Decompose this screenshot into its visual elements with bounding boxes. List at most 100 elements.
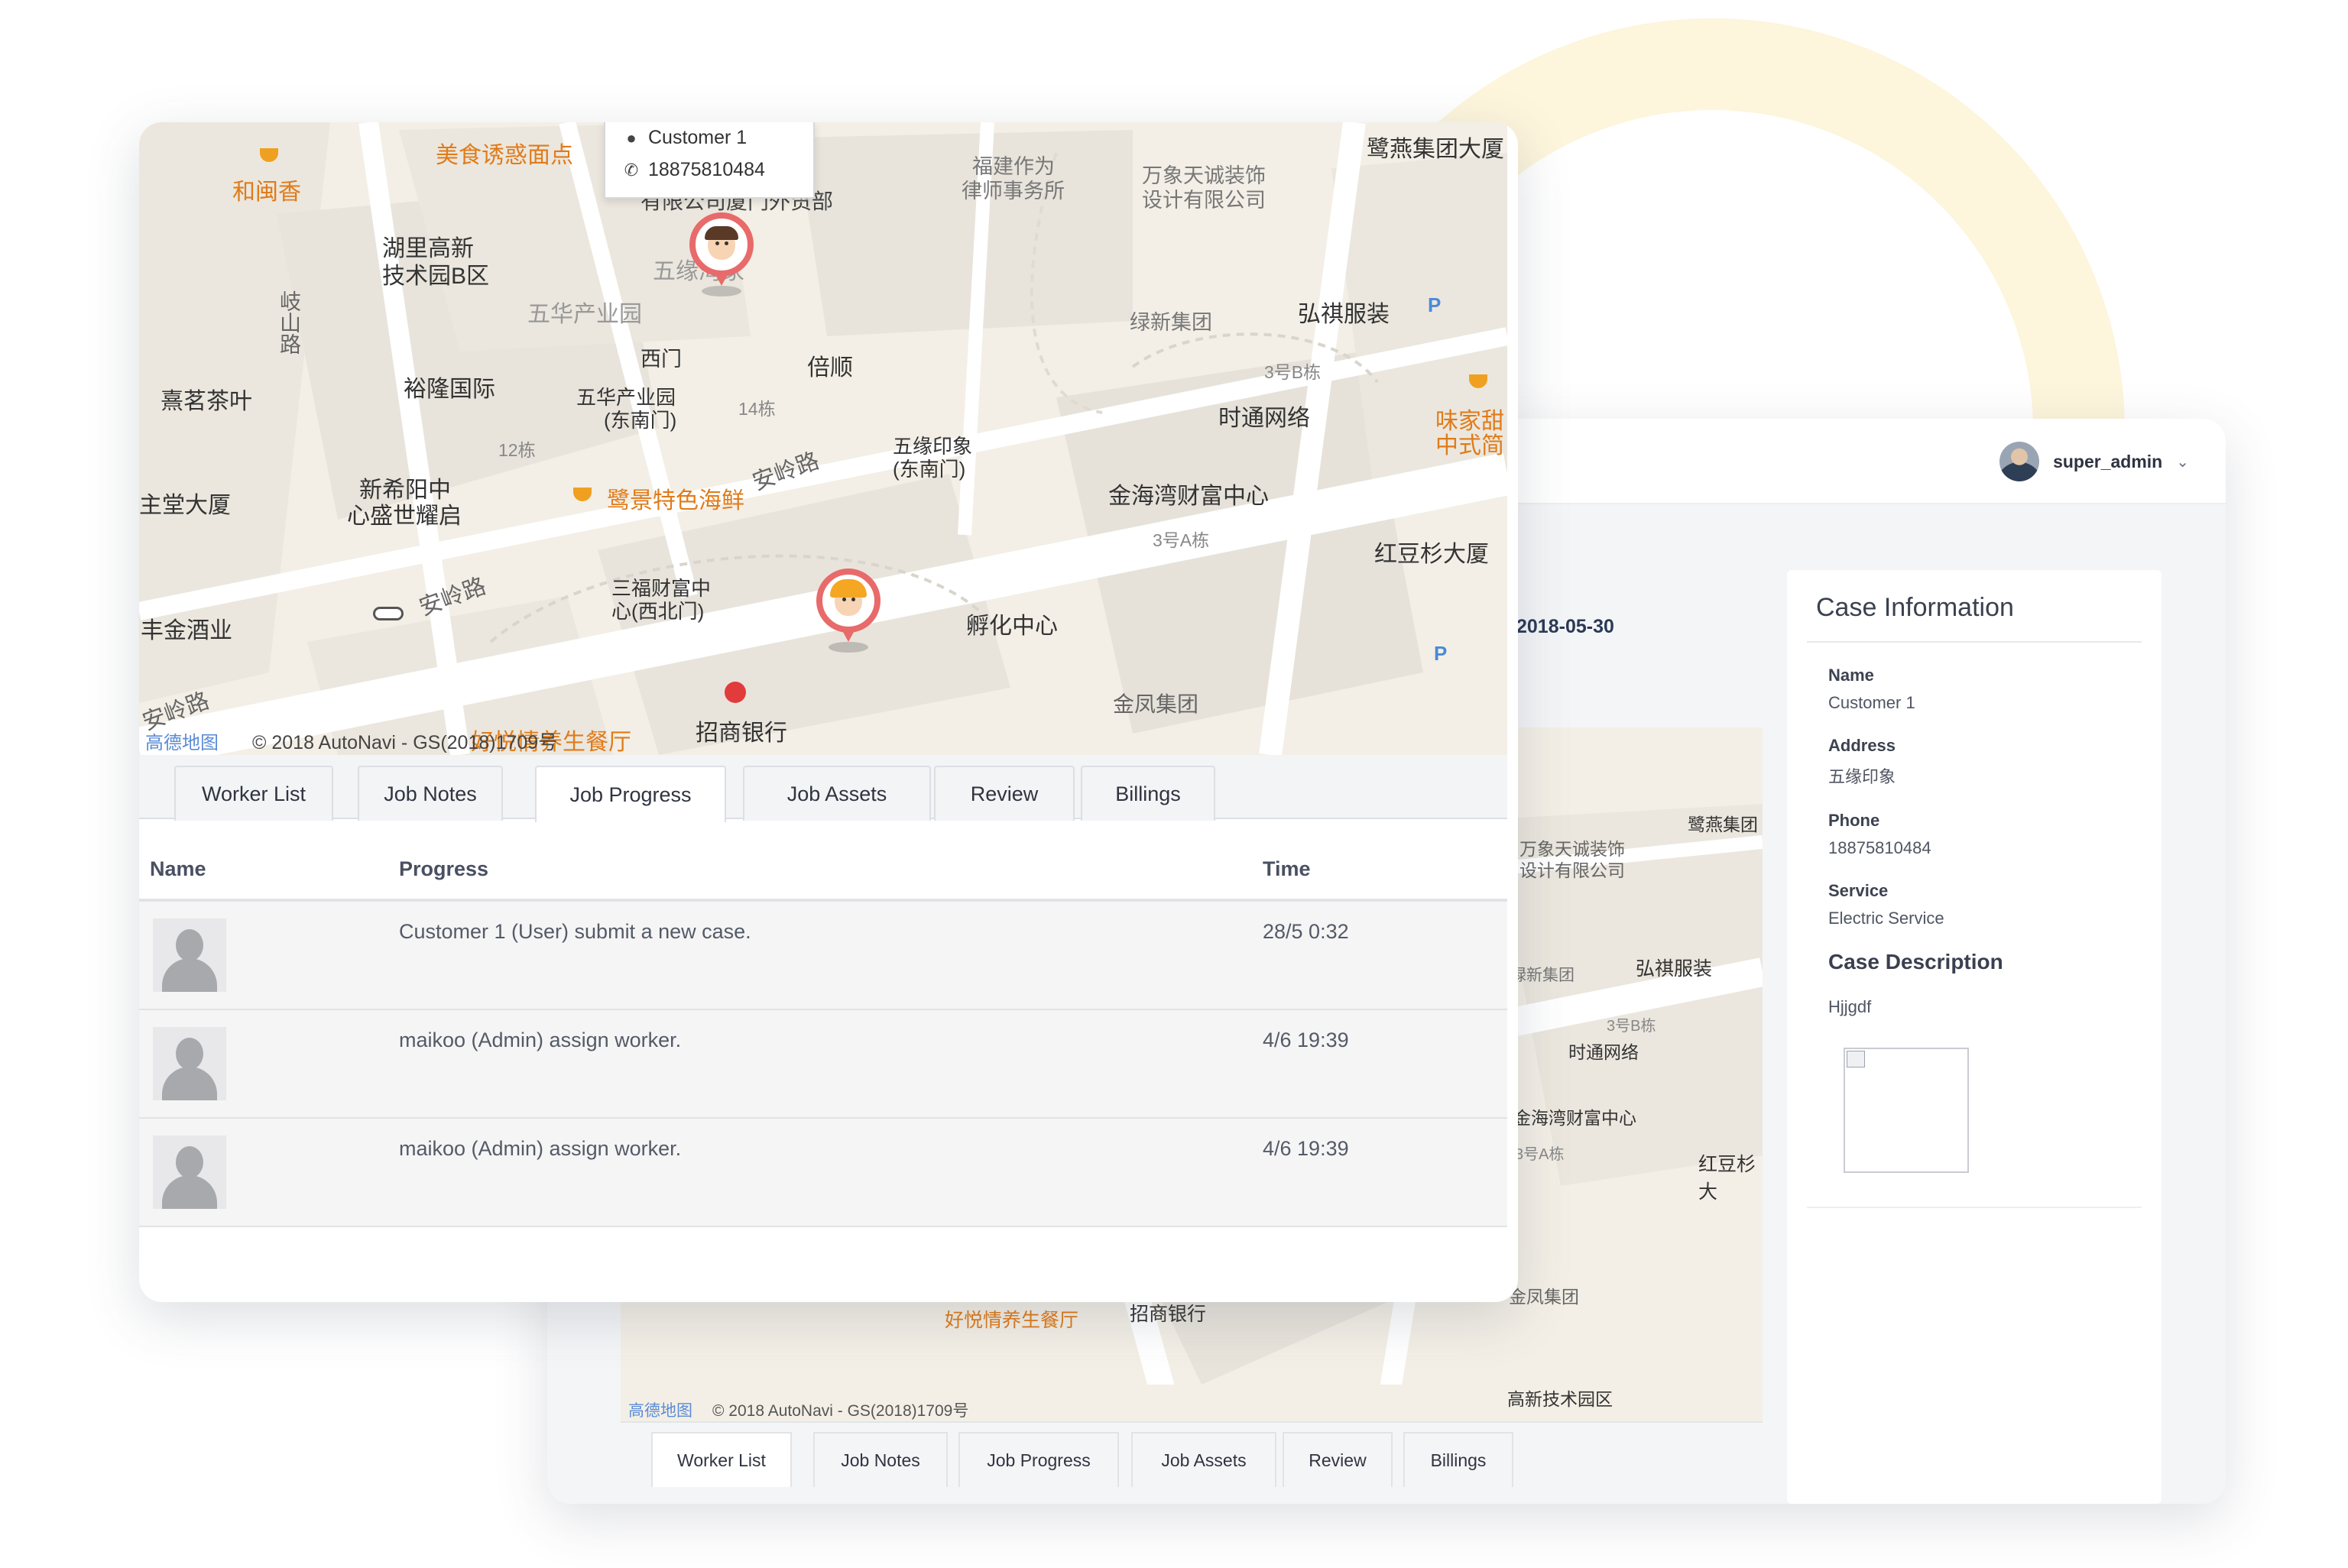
popup-phone-row: ✆ 18875810484 [624, 159, 765, 181]
field-name: Name Customer 1 [1807, 666, 2142, 713]
map-label: 金凤集团 [1509, 1287, 1579, 1307]
bank-icon [725, 682, 746, 703]
pin-shadow [702, 286, 741, 296]
pin-ring [689, 212, 754, 277]
map-label: 3号B栋 [1264, 362, 1322, 382]
tab-job-notes[interactable]: Job Notes [813, 1432, 948, 1487]
map-label: 红豆杉大厦 [1374, 542, 1489, 567]
map-label: 西门 [641, 348, 682, 371]
case-information-panel: Case Information Name Customer 1 Address… [1787, 570, 2162, 1504]
map-label: 红豆杉大 [1698, 1154, 1756, 1203]
map-label: 裕隆国际 [404, 377, 495, 402]
field-value: Customer 1 [1828, 693, 1915, 712]
panel-title: Case Information [1807, 593, 2142, 643]
field-value: Electric Service [1828, 909, 1944, 928]
map-label: 鹭燕集团 [1688, 815, 1758, 834]
map-label: 五华产业园 [527, 302, 642, 327]
map-label: 绿新集团 [1130, 311, 1212, 334]
progress-text: maikoo (Admin) assign worker. [399, 1137, 682, 1160]
avatar [1999, 442, 2040, 481]
broken-image-icon[interactable] [1844, 1048, 1969, 1173]
front-window: 和闽香 美食诱惑面点 有限公司厦门外贸部 福建作为 律师事务所 万象天诚装饰 设… [139, 122, 1518, 1302]
avatar-placeholder-icon [153, 1136, 226, 1209]
tab-job-progress[interactable]: Job Progress [958, 1432, 1119, 1487]
front-map[interactable]: 和闽香 美食诱惑面点 有限公司厦门外贸部 福建作为 律师事务所 万象天诚装饰 设… [139, 122, 1507, 755]
map-label: 鹭景特色海鲜 [607, 488, 744, 513]
map-label: 弘祺服装 [1636, 958, 1713, 980]
map-label: 孵化中心 [966, 614, 1058, 639]
column-header-name[interactable]: Name [150, 857, 206, 881]
map-copyright: © 2018 AutoNavi - GS(2018)1709号 [712, 1402, 969, 1420]
map-logo: 高德地图 [628, 1402, 692, 1420]
back-tab-bar: Worker List Job Notes Job Progress Job A… [621, 1421, 1763, 1487]
tab-review[interactable]: Review [934, 766, 1075, 821]
tab-job-assets[interactable]: Job Assets [1131, 1432, 1276, 1487]
case-description-title: Case Description [1828, 950, 2003, 974]
field-address: Address 五缘印象 [1807, 736, 2142, 788]
pin-ring [816, 569, 880, 633]
field-label: Name [1828, 666, 1874, 685]
map-label: 倍顺 [807, 355, 853, 381]
table-row[interactable]: maikoo (Admin) assign worker. 4/6 19:39 [139, 1010, 1507, 1119]
map-copyright: © 2018 AutoNavi - GS(2018)1709号 [252, 732, 558, 753]
map-label: 金海湾财富中心 [1108, 484, 1269, 509]
tab-job-assets[interactable]: Job Assets [743, 766, 931, 821]
pin-shadow [829, 642, 868, 653]
tab-billings[interactable]: Billings [1403, 1432, 1513, 1487]
eye [851, 598, 855, 601]
map-label: 技术园B区 [382, 264, 490, 289]
tab-job-progress[interactable]: Job Progress [535, 766, 726, 822]
map-label: 金海湾财富中心 [1513, 1108, 1636, 1128]
eye [725, 241, 728, 245]
map-label: 招商银行 [696, 721, 787, 746]
worker-location-pin[interactable] [816, 569, 880, 653]
user-menu[interactable]: super_admin ⌄ [1999, 442, 2189, 481]
map-label: 14栋 [738, 399, 776, 419]
map-label: 主堂大厦 [139, 493, 231, 518]
customer-location-pin[interactable] [689, 212, 754, 296]
tab-billings[interactable]: Billings [1081, 766, 1215, 821]
customer-popup[interactable]: ● Customer 1 ✆ 18875810484 [604, 122, 815, 199]
map-label: 设计有限公司 [1519, 860, 1625, 880]
field-label: Service [1828, 881, 1889, 900]
tab-job-notes[interactable]: Job Notes [358, 766, 503, 821]
map-label: 时通网络 [1568, 1042, 1639, 1062]
tab-review[interactable]: Review [1283, 1432, 1393, 1487]
case-description-text: Hjjgdf [1828, 997, 1872, 1016]
map-label: (东南门) [604, 409, 677, 432]
map-label: 弘祺服装 [1298, 302, 1390, 327]
tab-worker-list[interactable]: Worker List [174, 766, 333, 821]
progress-time: 4/6 19:39 [1263, 1137, 1349, 1160]
map-label: 心盛世耀启 [347, 504, 462, 529]
tab-worker-list[interactable]: Worker List [651, 1432, 792, 1487]
map-label: 时通网络 [1218, 406, 1310, 431]
progress-text: maikoo (Admin) assign worker. [399, 1029, 682, 1051]
front-tab-bar: Worker List Job Notes Job Progress Job A… [139, 755, 1507, 822]
phone-icon: ✆ [624, 160, 639, 180]
map-label: (东南门) [893, 458, 966, 481]
map-label: 熹茗茶叶 [161, 389, 252, 414]
column-header-time[interactable]: Time [1263, 857, 1311, 881]
map-label: 和闽香 [232, 180, 301, 205]
front-map-canvas [139, 122, 1507, 755]
progress-text: Customer 1 (User) submit a new case. [399, 920, 751, 943]
map-label: 心(西北门) [611, 600, 705, 623]
map-label: 鹭燕集团大厦 [1367, 137, 1504, 162]
divider [1807, 1207, 2142, 1208]
map-label: 高新技术园区 [1507, 1389, 1613, 1409]
parking-icon: P [1428, 293, 1442, 316]
chevron-down-icon: ⌄ [2176, 453, 2189, 471]
column-header-progress[interactable]: Progress [399, 857, 488, 881]
popup-customer-phone: 18875810484 [648, 159, 765, 180]
map-label: 设计有限公司 [1142, 189, 1266, 212]
helmet-icon [830, 579, 867, 598]
progress-time: 4/6 19:39 [1263, 1029, 1349, 1051]
table-row[interactable]: Customer 1 (User) submit a new case. 28/… [139, 902, 1507, 1010]
map-logo: 高德地图 [145, 733, 219, 753]
map-label: 丰金酒业 [141, 618, 232, 643]
avatar-placeholder-icon [153, 918, 226, 992]
table-row[interactable]: maikoo (Admin) assign worker. 4/6 19:39 [139, 1119, 1507, 1227]
eye [715, 241, 719, 245]
case-date: 2018-05-30 [1516, 616, 1614, 637]
map-label: 3号A栋 [1153, 530, 1210, 550]
